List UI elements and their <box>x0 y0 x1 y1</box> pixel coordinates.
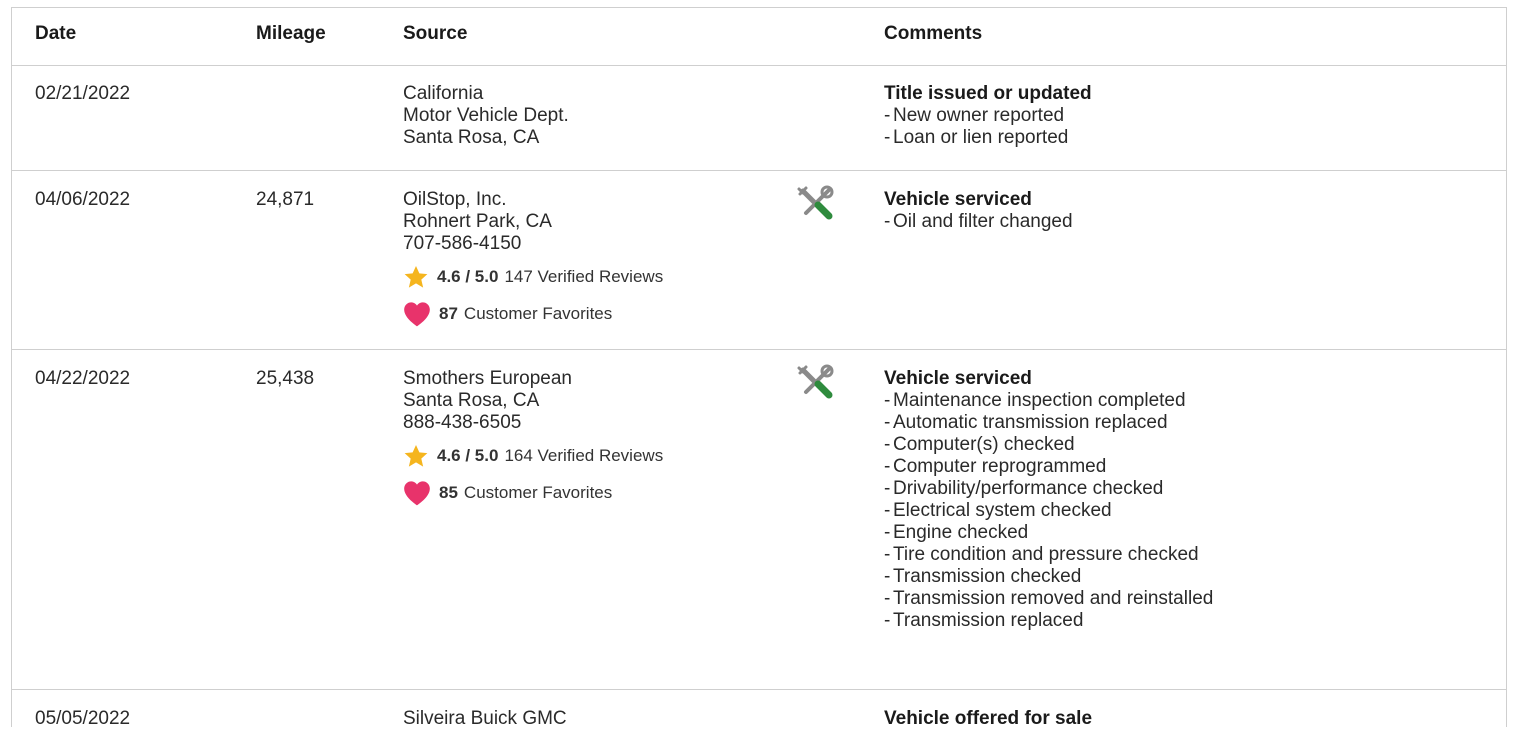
source-phone[interactable]: 888-438-6505 <box>403 412 803 434</box>
comment-title: Vehicle serviced <box>884 368 1032 389</box>
vehicle-history-table: Date Mileage Source Comments 02/21/2022 … <box>11 7 1507 729</box>
comment-item: - New owner reported <box>884 105 1065 126</box>
comment-item: - Transmission checked <box>884 566 1082 587</box>
comment-item: - Electrical system checked <box>884 500 1112 521</box>
comment-item: - Drivability/performance checked <box>884 478 1164 499</box>
comments-cell: Title issued or updated - New owner repor… <box>884 83 1484 149</box>
source-line: California <box>403 83 484 104</box>
source-line: Santa Rosa, CA <box>403 127 540 148</box>
tools-icon <box>796 362 836 402</box>
favorites-count: 85 <box>439 483 458 502</box>
table-row: 04/22/2022 25,438 Smothers European Sant… <box>12 350 1506 690</box>
comment-item: - Computer reprogrammed <box>884 456 1107 477</box>
table-row: 04/06/2022 24,871 OilStop, Inc. Rohnert … <box>12 171 1506 350</box>
comment-item: - Transmission replaced <box>884 610 1084 631</box>
source-cell: OilStop, Inc. Rohnert Park, CA 707-586-4… <box>403 189 803 329</box>
comment-item: - Tire condition and pressure checked <box>884 544 1199 565</box>
comment-item: - Computer(s) checked <box>884 434 1075 455</box>
comment-title: Vehicle serviced <box>884 189 1032 210</box>
rating-reviews: 147 Verified Reviews <box>504 267 664 286</box>
mileage-cell: 24,871 <box>256 189 315 210</box>
source-name-link[interactable]: Silveira Buick GMC <box>403 708 803 730</box>
mileage-cell: 25,438 <box>256 368 315 389</box>
date-cell: 04/06/2022 <box>35 189 131 210</box>
date-cell: 04/22/2022 <box>35 368 131 389</box>
source-line: Motor Vehicle Dept. <box>403 105 569 126</box>
heart-icon <box>404 302 430 327</box>
comment-item: - Engine checked <box>884 522 1029 543</box>
header-comments: Comments <box>884 23 983 44</box>
comment-title: Title issued or updated <box>884 83 1092 104</box>
comments-cell: Vehicle serviced - Oil and filter changed <box>884 189 1484 233</box>
header-source: Source <box>403 23 468 44</box>
comment-item: - Transmission removed and reinstalled <box>884 588 1214 609</box>
rating-reviews: 164 Verified Reviews <box>504 446 664 465</box>
favorites-summary[interactable]: 87 Customer Favorites <box>403 299 803 329</box>
table-row: 05/05/2022 Silveira Buick GMC Vehicle of… <box>12 690 1506 750</box>
table-header: Date Mileage Source Comments <box>12 7 1506 66</box>
rating-summary[interactable]: 4.6 / 5.0 147 Verified Reviews <box>403 262 803 292</box>
source-cell: Silveira Buick GMC <box>403 708 803 730</box>
favorites-summary[interactable]: 85 Customer Favorites <box>403 478 803 508</box>
comments-cell: Vehicle offered for sale <box>884 708 1484 730</box>
comment-item: - Oil and filter changed <box>884 211 1073 232</box>
comment-title: Vehicle offered for sale <box>884 708 1093 729</box>
date-cell: 05/05/2022 <box>35 708 131 729</box>
rating-score: 4.6 / 5.0 <box>437 267 499 286</box>
header-mileage: Mileage <box>256 23 326 44</box>
heart-icon <box>404 481 430 506</box>
date-cell: 02/21/2022 <box>35 83 131 104</box>
star-icon <box>404 444 428 467</box>
rating-summary[interactable]: 4.6 / 5.0 164 Verified Reviews <box>403 441 803 471</box>
comment-item: - Loan or lien reported <box>884 127 1069 148</box>
comment-item: - Automatic transmission replaced <box>884 412 1168 433</box>
favorites-count: 87 <box>439 304 458 323</box>
source-line: Santa Rosa, CA <box>403 390 540 411</box>
favorites-label: Customer Favorites <box>463 304 613 323</box>
header-date: Date <box>35 23 77 44</box>
source-cell: Smothers European Santa Rosa, CA 888-438… <box>403 368 803 508</box>
source-cell: California Motor Vehicle Dept. Santa Ros… <box>403 83 803 149</box>
tools-icon <box>796 183 836 223</box>
comment-item: - Maintenance inspection completed <box>884 390 1186 411</box>
source-phone[interactable]: 707-586-4150 <box>403 233 803 255</box>
star-icon <box>404 265 428 288</box>
comments-cell: Vehicle serviced - Maintenance inspection… <box>884 368 1484 632</box>
favorites-label: Customer Favorites <box>463 483 613 502</box>
source-name-link[interactable]: OilStop, Inc. <box>403 189 803 211</box>
table-row: 02/21/2022 California Motor Vehicle Dept… <box>12 65 1506 171</box>
rating-score: 4.6 / 5.0 <box>437 446 499 465</box>
source-line: Rohnert Park, CA <box>403 211 552 232</box>
source-name-link[interactable]: Smothers European <box>403 368 803 390</box>
